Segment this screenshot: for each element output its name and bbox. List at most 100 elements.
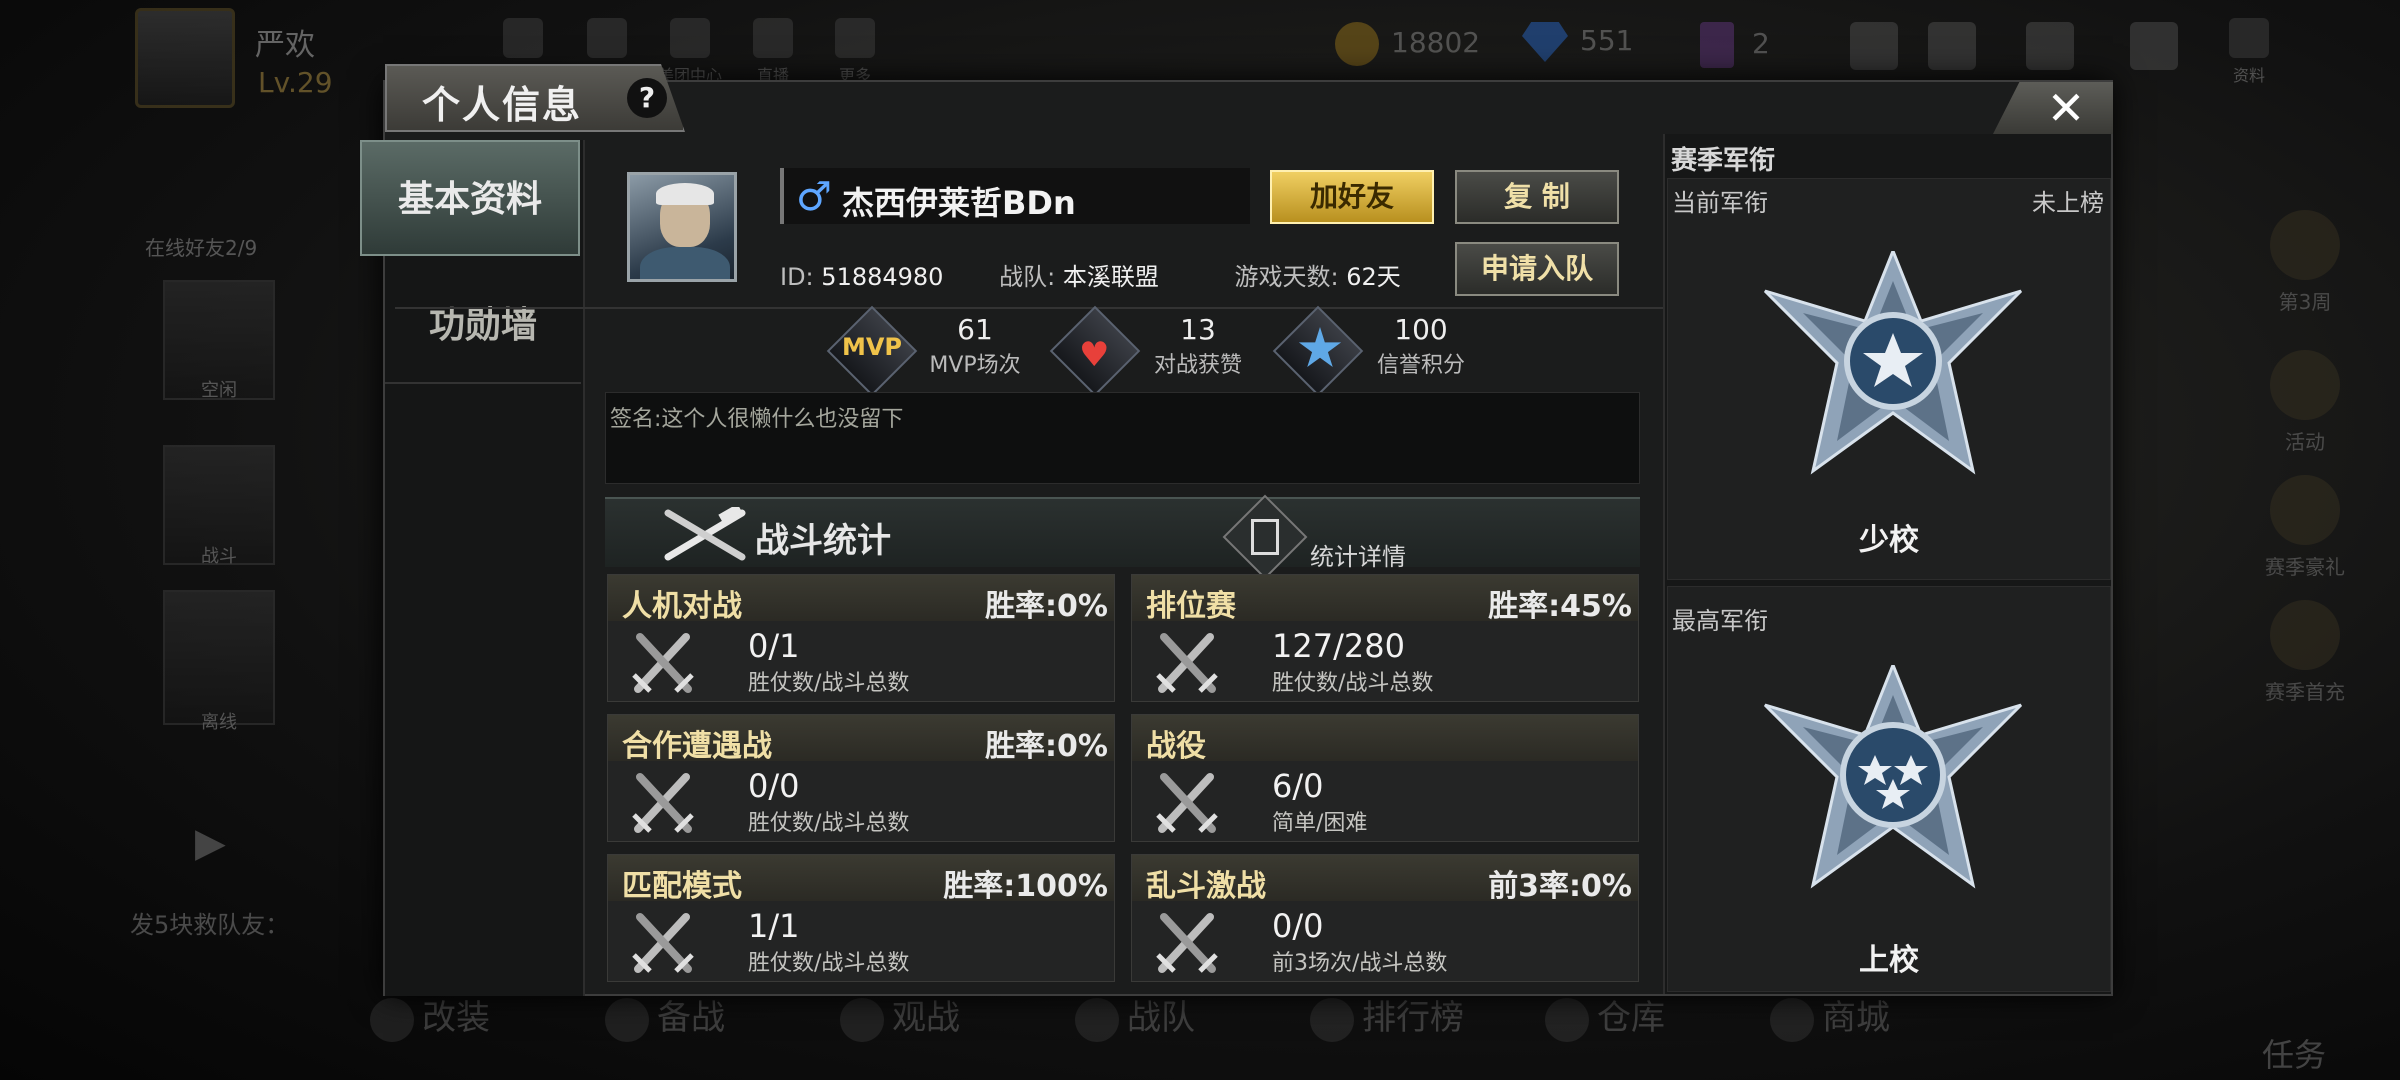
season-first-recharge[interactable]: 赛季首充	[2240, 600, 2370, 705]
campaign-card: 战役 6/0 简单/困难	[1131, 714, 1639, 842]
player-avatar[interactable]	[135, 8, 235, 108]
friend-status: 战斗	[201, 546, 237, 567]
card-rate: 胜率:45%	[1488, 589, 1632, 624]
close-button[interactable]: ✕	[1993, 82, 2113, 134]
wrench-icon	[370, 997, 414, 1042]
card-label: 胜仗数/战斗总数	[748, 951, 910, 976]
nav-prepare[interactable]: 备战	[605, 990, 725, 1042]
help-icon[interactable]: ?	[627, 78, 667, 118]
player-id: 51884980	[821, 263, 944, 291]
card-rate: 胜率:100%	[943, 869, 1108, 904]
crossed-rifles-icon	[664, 507, 746, 561]
task-button[interactable]: 任务	[2262, 1030, 2326, 1076]
match-mode-card: 匹配模式 胜率:100% 1/1 胜仗数/战斗总数	[607, 854, 1115, 982]
friends-icon[interactable]	[1928, 22, 1976, 70]
personal-info-dialog: 个人信息 ? ✕ 基本资料 功勋墙 ♂ 杰西伊莱哲BDn 加好友 复 制 申请入…	[360, 64, 2113, 996]
rank-panel-title: 赛季军衔	[1671, 146, 1776, 176]
nav-shop[interactable]: 商城	[1770, 990, 1890, 1042]
card-value: 0/0	[748, 767, 800, 805]
nav-team[interactable]: 战队	[1075, 990, 1195, 1042]
gem-balance[interactable]: 551	[1522, 22, 1633, 62]
nav-meituan-center[interactable]: 美团中心	[655, 18, 725, 86]
nav-spectate[interactable]: 观战	[840, 990, 960, 1042]
card-value: 6/0	[1272, 767, 1324, 805]
likes-count: 13	[1180, 313, 1216, 346]
name-bar: ♂ 杰西伊莱哲BDn	[780, 168, 1250, 224]
card-label: 简单/困难	[1272, 811, 1368, 836]
card-value: 0/0	[1272, 907, 1324, 945]
coin-icon	[1335, 22, 1379, 66]
play-icon	[753, 18, 793, 58]
card-label: 胜仗数/战斗总数	[748, 811, 910, 836]
weekly-reward[interactable]: 第3周	[2240, 210, 2370, 315]
season-gift[interactable]: 赛季豪礼	[2240, 475, 2370, 580]
team-label: 战队:	[999, 263, 1056, 291]
gift-icon	[2270, 475, 2340, 545]
character-icon	[587, 18, 627, 58]
current-rank-box: 当前军衔 未上榜 少校	[1667, 178, 2111, 580]
nav-more[interactable]: 更多	[820, 18, 890, 86]
friends-sidebar: 在线好友2/9 空闲 战斗 离线 ▶	[125, 170, 325, 870]
add-icon[interactable]	[1850, 22, 1898, 70]
card-label: 前3场次/战斗总数	[1272, 951, 1448, 976]
card-title: 乱斗激战	[1146, 869, 1266, 904]
dialog-title: 个人信息	[422, 83, 583, 127]
activity-icon	[2270, 350, 2340, 420]
coin-balance[interactable]: 18802	[1335, 22, 1480, 66]
lightning-icon	[1075, 997, 1119, 1042]
dialog-title-tab: 个人信息 ?	[385, 64, 685, 132]
crossed-swords-icon	[632, 633, 694, 693]
copy-button[interactable]: 复 制	[1455, 170, 1619, 224]
nav-modify[interactable]: 改装	[370, 990, 490, 1042]
chat-hint[interactable]: 发5块救队友：	[130, 905, 289, 940]
home-icon	[503, 18, 543, 58]
nav-data[interactable]: 资料	[2214, 18, 2284, 86]
highest-rank-box: 最高军衔 上校	[1667, 586, 2111, 992]
side-tabs: 基本资料 功勋墙	[360, 140, 585, 996]
card-rate: 前3率:0%	[1488, 869, 1632, 904]
gift-icon	[670, 18, 710, 58]
star-badge-icon	[2270, 210, 2340, 280]
card-balance[interactable]: 2	[1700, 22, 1770, 68]
activity-button[interactable]: 活动	[2240, 350, 2370, 455]
card-title: 排位赛	[1146, 589, 1236, 624]
credit-label: 信誉积分	[1376, 353, 1465, 378]
crossed-swords-icon	[1156, 633, 1218, 693]
friend-avatar[interactable]	[163, 590, 275, 725]
coop-encounter-card: 合作遭遇战 胜率:0% 0/0 胜仗数/战斗总数	[607, 714, 1115, 842]
nav-leaderboard[interactable]: 排行榜	[1310, 990, 1464, 1042]
mail-icon[interactable]	[2026, 22, 2074, 70]
current-rank-label: 当前军衔	[1672, 189, 1768, 217]
crossed-swords-icon	[632, 913, 694, 973]
nav-character[interactable]	[572, 18, 642, 62]
friend-status: 空闲	[201, 380, 237, 401]
book-icon	[2229, 18, 2269, 58]
colonel-rank-medal-icon	[1763, 665, 2023, 889]
bottom-nav: 改装 备战 观战 战队 排行榜 仓库 商城	[370, 990, 1970, 1050]
card-label: 胜仗数/战斗总数	[748, 671, 910, 696]
recharge-icon	[2270, 600, 2340, 670]
stats-detail-label: 统计详情	[1310, 543, 1406, 571]
card-label: 胜仗数/战斗总数	[1272, 671, 1434, 696]
gear-icon[interactable]	[2130, 22, 2178, 70]
nav-live[interactable]: 直播	[738, 18, 808, 86]
signature-box: 签名:这个人很懒什么也没留下	[605, 392, 1640, 484]
season-rank-panel: 赛季军衔 当前军衔 未上榜 少校 最高军衔 上校	[1663, 134, 2111, 994]
mvp-count: 61	[957, 313, 993, 346]
player-name: 严欢	[255, 28, 315, 63]
likes-label: 对战获赞	[1153, 353, 1242, 378]
highest-rank-label: 最高军衔	[1672, 607, 1768, 635]
warehouse-icon	[1545, 997, 1589, 1042]
card-value: 0/1	[748, 627, 800, 665]
tab-basic-info[interactable]: 基本资料	[360, 140, 580, 256]
male-icon: ♂	[796, 174, 832, 220]
nav-warehouse[interactable]: 仓库	[1545, 990, 1665, 1042]
team-name: 本溪联盟	[1062, 263, 1159, 291]
apply-team-button[interactable]: 申请入队	[1455, 242, 1619, 296]
mvp-icon: MVP	[841, 333, 903, 361]
expand-arrow-icon[interactable]: ▶	[195, 820, 226, 866]
add-friend-button[interactable]: 加好友	[1270, 170, 1434, 224]
skull-icon	[605, 997, 649, 1042]
crossed-swords-icon	[632, 773, 694, 833]
highest-rank-name: 上校	[1859, 943, 1919, 978]
